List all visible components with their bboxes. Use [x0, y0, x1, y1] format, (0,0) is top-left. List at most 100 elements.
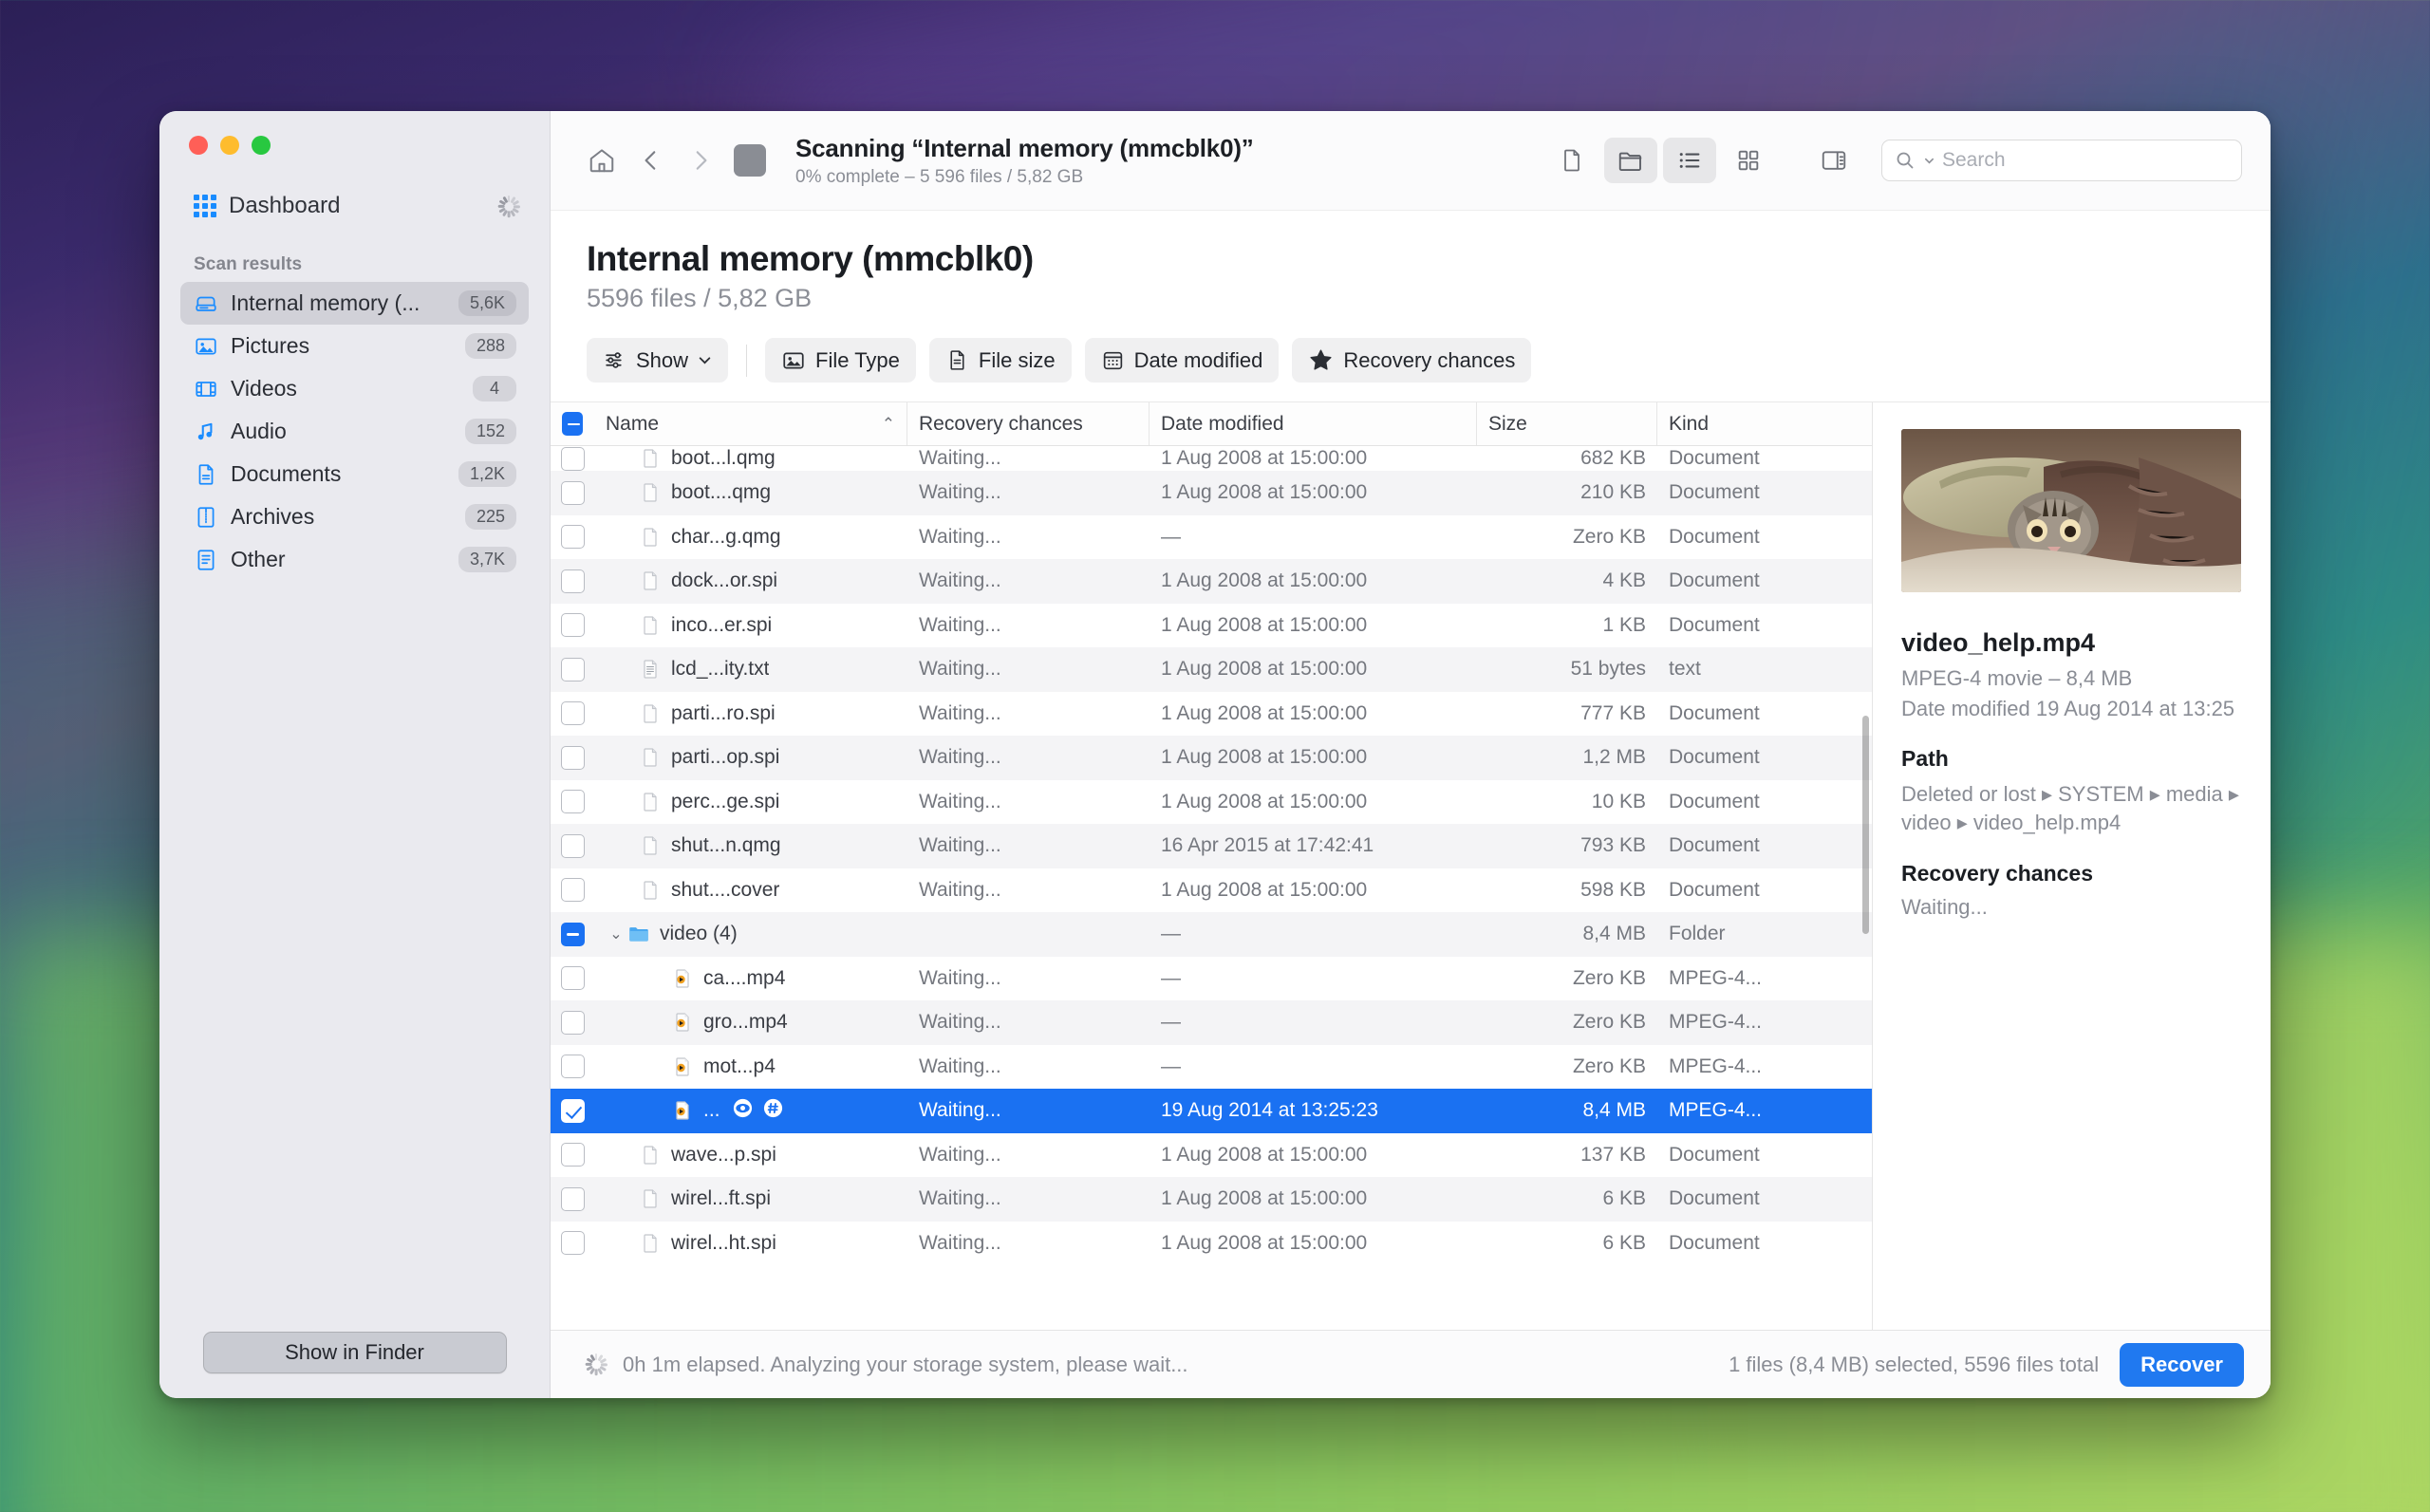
cell-date-modified: —: [1150, 912, 1477, 957]
sidebar-item-pictures[interactable]: Pictures288: [180, 325, 529, 367]
row-checkbox[interactable]: [551, 647, 594, 692]
table-row[interactable]: ...Waiting...19 Aug 2014 at 13:25:238,4 …: [551, 1089, 1872, 1133]
detail-path-value: Deleted or lost ▸ SYSTEM ▸ media ▸ video…: [1901, 780, 2242, 836]
table-row[interactable]: char...g.qmgWaiting...—Zero KBDocument: [551, 515, 1872, 560]
row-checkbox[interactable]: [551, 604, 594, 648]
row-checkbox[interactable]: [551, 912, 594, 957]
row-checkbox[interactable]: [551, 692, 594, 737]
date-modified-filter-label: Date modified: [1134, 348, 1263, 373]
sidebar-item-label: Documents: [231, 461, 446, 487]
column-header-recovery-chances[interactable]: Recovery chances: [907, 402, 1150, 445]
vertical-scrollbar[interactable]: [1862, 716, 1869, 934]
table-row[interactable]: dock...or.spiWaiting...1 Aug 2008 at 15:…: [551, 559, 1872, 604]
table-row[interactable]: wirel...ft.spiWaiting...1 Aug 2008 at 15…: [551, 1177, 1872, 1222]
grid-view-icon[interactable]: [1722, 138, 1775, 183]
checkbox-icon: [561, 525, 585, 549]
sidebar-item-label: Archives: [231, 504, 453, 530]
recovery-chances-filter-button[interactable]: Recovery chances: [1292, 338, 1531, 383]
home-icon[interactable]: [577, 139, 626, 182]
show-in-finder-button[interactable]: Show in Finder: [203, 1332, 507, 1373]
toolbar-title: Scanning “Internal memory (mmcblk0)”: [795, 134, 1254, 163]
eye-icon[interactable]: [732, 1097, 754, 1125]
document-file-icon: [638, 614, 663, 637]
toolbar: Scanning “Internal memory (mmcblk0)” 0% …: [551, 111, 2271, 211]
column-header-date-modified[interactable]: Date modified: [1150, 402, 1477, 445]
table-row[interactable]: perc...ge.spiWaiting...1 Aug 2008 at 15:…: [551, 780, 1872, 825]
search-icon: [1894, 149, 1916, 172]
table-row[interactable]: mot...p4Waiting...—Zero KBMPEG-4...: [551, 1045, 1872, 1090]
sidebar-item-documents[interactable]: Documents1,2K: [180, 453, 529, 495]
show-filter-button[interactable]: Show: [587, 338, 728, 383]
table-row[interactable]: parti...ro.spiWaiting...1 Aug 2008 at 15…: [551, 692, 1872, 737]
table-row[interactable]: shut....coverWaiting...1 Aug 2008 at 15:…: [551, 868, 1872, 913]
row-checkbox[interactable]: [551, 957, 594, 1001]
cell-name: shut....cover: [594, 868, 907, 913]
cell-name: lcd_...ity.txt: [594, 647, 907, 692]
row-checkbox[interactable]: [551, 1000, 594, 1045]
sidebar-item-other[interactable]: Other3,7K: [180, 538, 529, 581]
file-size-filter-button[interactable]: File size: [929, 338, 1072, 383]
detail-file-meta: MPEG-4 movie – 8,4 MB: [1901, 666, 2242, 691]
file-type-filter-button[interactable]: File Type: [765, 338, 916, 383]
date-modified-filter-button[interactable]: Date modified: [1085, 338, 1280, 383]
row-checkbox[interactable]: [551, 780, 594, 825]
column-header-kind[interactable]: Kind: [1657, 402, 1872, 445]
cell-date-modified: 1 Aug 2008 at 15:00:00: [1150, 868, 1477, 913]
table-row[interactable]: ca....mp4Waiting...—Zero KBMPEG-4...: [551, 957, 1872, 1001]
select-all-checkbox[interactable]: [551, 402, 594, 445]
sidebar-spinner-icon: [495, 194, 520, 218]
forward-icon[interactable]: [676, 139, 725, 182]
row-checkbox[interactable]: [551, 471, 594, 515]
row-checkbox[interactable]: [551, 446, 594, 471]
column-header-name[interactable]: Name ⌃: [594, 402, 907, 445]
column-header-size[interactable]: Size: [1477, 402, 1657, 445]
row-checkbox[interactable]: [551, 1133, 594, 1178]
row-checkbox[interactable]: [551, 824, 594, 868]
table-row[interactable]: lcd_...ity.txtWaiting...1 Aug 2008 at 15…: [551, 647, 1872, 692]
table-row[interactable]: boot....qmgWaiting...1 Aug 2008 at 15:00…: [551, 471, 1872, 515]
table-row[interactable]: shut...n.qmgWaiting...16 Apr 2015 at 17:…: [551, 824, 1872, 868]
sidebar-item-audio[interactable]: Audio152: [180, 410, 529, 453]
cell-name: wirel...ft.spi: [594, 1177, 907, 1222]
row-checkbox[interactable]: [551, 1089, 594, 1133]
row-checkbox[interactable]: [551, 736, 594, 780]
table-row[interactable]: parti...op.spiWaiting...1 Aug 2008 at 15…: [551, 736, 1872, 780]
cell-date-modified: 1 Aug 2008 at 15:00:00: [1150, 780, 1477, 825]
column-label-name: Name: [606, 413, 659, 436]
row-checkbox[interactable]: [551, 559, 594, 604]
sidebar-item-dashboard[interactable]: Dashboard: [185, 186, 529, 226]
list-view-icon[interactable]: [1663, 138, 1716, 183]
recover-button[interactable]: Recover: [2120, 1343, 2244, 1387]
table-row[interactable]: wirel...ht.spiWaiting...1 Aug 2008 at 15…: [551, 1222, 1872, 1266]
sidebar-item-badge: 5,6K: [458, 290, 516, 316]
back-icon[interactable]: [626, 139, 676, 182]
sliders-icon: [603, 348, 626, 372]
row-checkbox[interactable]: [551, 1222, 594, 1266]
zoom-window-button[interactable]: [252, 136, 271, 155]
sidebar-toggle-icon[interactable]: [1807, 138, 1860, 183]
row-checkbox[interactable]: [551, 1177, 594, 1222]
sidebar-item-videos[interactable]: Videos4: [180, 367, 529, 410]
table-row-folder[interactable]: ⌄video (4)—8,4 MBFolder: [551, 912, 1872, 957]
sidebar-item-archives[interactable]: Archives225: [180, 495, 529, 538]
status-spinner-icon: [583, 1353, 608, 1377]
dashboard-label: Dashboard: [229, 193, 483, 219]
disclosure-triangle-icon[interactable]: ⌄: [606, 924, 626, 943]
row-checkbox[interactable]: [551, 868, 594, 913]
minimize-window-button[interactable]: [220, 136, 239, 155]
table-row[interactable]: boot...l.qmgWaiting...1 Aug 2008 at 15:0…: [551, 446, 1872, 471]
table-row[interactable]: inco...er.spiWaiting...1 Aug 2008 at 15:…: [551, 604, 1872, 648]
sidebar-item-internal-memory[interactable]: Internal memory (...5,6K: [180, 282, 529, 325]
hash-icon[interactable]: [762, 1097, 784, 1125]
search-input[interactable]: Search: [1881, 140, 2242, 181]
row-checkbox[interactable]: [551, 1045, 594, 1090]
close-window-button[interactable]: [189, 136, 208, 155]
table-row[interactable]: wave...p.spiWaiting...1 Aug 2008 at 15:0…: [551, 1133, 1872, 1178]
stop-scan-button[interactable]: [725, 139, 775, 182]
cell-size: 137 KB: [1477, 1133, 1657, 1178]
table-row[interactable]: gro...mp4Waiting...—Zero KBMPEG-4...: [551, 1000, 1872, 1045]
folder-view-icon[interactable]: [1604, 138, 1657, 183]
row-checkbox[interactable]: [551, 515, 594, 560]
checkbox-icon: [561, 966, 585, 990]
file-view-icon[interactable]: [1545, 138, 1598, 183]
